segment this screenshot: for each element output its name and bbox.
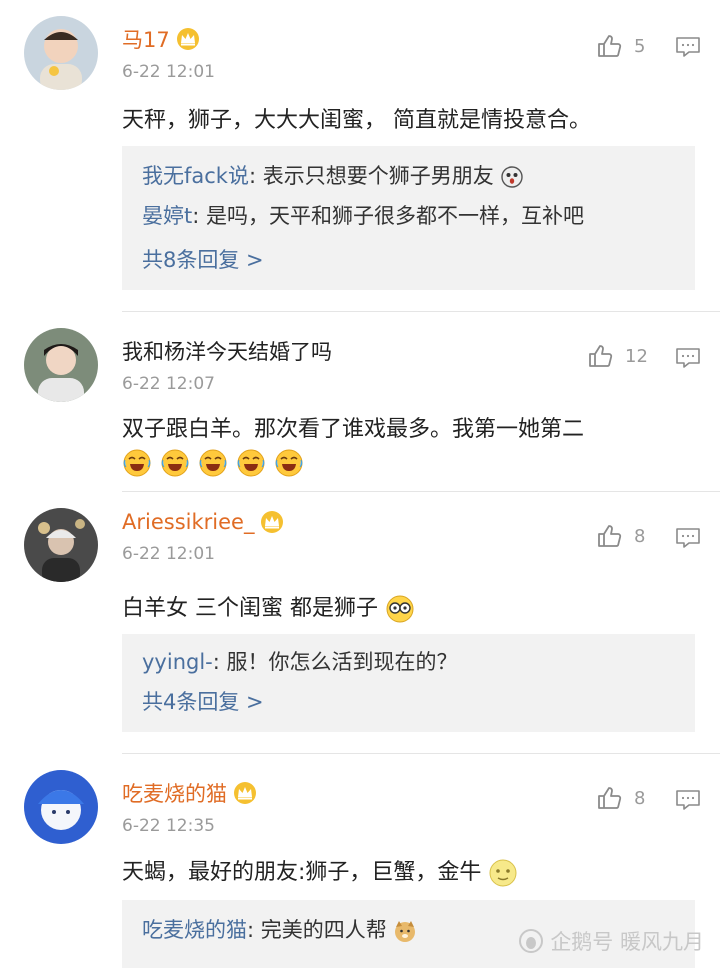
reply-line: 晏婷t: 是吗，天平和狮子很多都不一样，互补吧 [142,204,584,228]
reply-icon[interactable] [676,528,700,548]
username[interactable]: 吃麦烧的猫 [122,778,257,808]
comment-text: 白羊女 三个闺蜜 都是狮子 [122,590,415,624]
watermark: 企鹅号 暖风九月 [518,926,704,956]
thumbs-up-icon [596,523,622,549]
comment-text: 天蝎，最好的朋友:狮子，巨蟹，金牛 [122,854,518,888]
reply-box[interactable]: yyingl-: 服！你怎么活到现在的？ 共4条回复 > [122,634,695,732]
reply-author[interactable]: yyingl- [142,650,213,674]
like-count: 8 [634,787,646,809]
vip-crown-icon [260,510,284,534]
timestamp: 6-22 12:07 [122,374,215,394]
avatar[interactable] [24,508,98,582]
comment-text-content: 天蝎，最好的朋友:狮子，巨蟹，金牛 [122,860,482,885]
comment-item: Ariessikriee_ 6-22 12:01 8 白羊女 三个闺蜜 都是狮子… [0,492,720,754]
comment-text: 天秤，狮子，大大大闺蜜， 简直就是情投意合。 [122,108,591,133]
comment-item: 我和杨洋今天结婚了吗 6-22 12:07 12 双子跟白羊。那次看了谁戏最多。… [0,312,720,492]
avatar[interactable] [24,16,98,90]
username-text[interactable]: Ariessikriee_ [122,510,254,534]
timestamp: 6-22 12:01 [122,62,215,82]
vip-crown-icon [176,27,200,51]
emoji-row [122,448,304,478]
like-count: 12 [625,345,648,367]
crying-laughing-emoji-icon [122,448,152,478]
like-count: 8 [634,525,646,547]
more-replies-link[interactable]: 共8条回复 > [142,244,264,274]
username-text[interactable]: 吃麦烧的猫 [122,778,227,808]
reply-text: 是吗，天平和狮子很多都不一样，互补吧 [206,204,584,228]
glasses-emoji-icon [386,595,414,623]
reply-text: 服！你怎么活到现在的？ [226,650,458,674]
crying-laughing-emoji-icon [160,448,190,478]
comment-text: 双子跟白羊。那次看了谁戏最多。我第一她第二 [122,417,585,442]
thumbs-up-icon [587,343,613,369]
reply-icon[interactable] [676,348,700,368]
reply-line: 我无fack说: 表示只想要个狮子男朋友 [142,160,524,190]
crying-laughing-emoji-icon [274,448,304,478]
more-replies-link[interactable]: 共4条回复 > [142,686,264,716]
reply-line: 吃麦烧的猫: 完美的四人帮 [142,914,417,944]
reply-text: 表示只想要个狮子男朋友 [262,164,494,188]
moon-face-emoji-icon [489,859,517,887]
reply-text: 完美的四人帮 [260,918,387,942]
like-button[interactable]: 8 [596,523,645,549]
like-button[interactable]: 8 [596,785,645,811]
reply-icon[interactable] [676,790,700,810]
username-text[interactable]: 我和杨洋今天结婚了吗 [122,336,332,366]
reply-author[interactable]: 晏婷t [142,204,192,228]
doge-emoji-icon [395,921,416,942]
reply-author[interactable]: 吃麦烧的猫 [142,918,247,942]
penguin-logo-icon [519,929,544,953]
username[interactable]: Ariessikriee_ [122,510,284,534]
avatar[interactable] [24,328,98,402]
reply-author[interactable]: 我无fack说 [142,164,249,188]
thumbs-up-icon [596,785,622,811]
comment-item: 马17 6-22 12:01 5 天秤，狮子，大大大闺蜜， 简直就是情投意合。 … [0,0,720,312]
username[interactable]: 我和杨洋今天结婚了吗 [122,336,332,366]
avatar[interactable] [24,770,98,844]
vip-crown-icon [233,781,257,805]
like-button[interactable]: 12 [587,343,648,369]
watermark-text: 企鹅号 暖风九月 [550,930,704,954]
username[interactable]: 马17 [122,24,200,54]
like-button[interactable]: 5 [596,33,645,59]
crying-laughing-emoji-icon [198,448,228,478]
reply-icon[interactable] [676,37,700,57]
crying-laughing-emoji-icon [236,448,266,478]
thumbs-up-icon [596,33,622,59]
reply-line: yyingl-: 服！你怎么活到现在的？ [142,650,458,674]
reply-box[interactable]: 我无fack说: 表示只想要个狮子男朋友 晏婷t: 是吗，天平和狮子很多都不一样… [122,146,695,290]
comment-text-content: 白羊女 三个闺蜜 都是狮子 [122,596,378,621]
like-count: 5 [634,35,646,57]
surprised-emoji-icon [501,166,524,188]
username-text[interactable]: 马17 [122,24,170,54]
timestamp: 6-22 12:35 [122,816,215,836]
timestamp: 6-22 12:01 [122,544,215,564]
